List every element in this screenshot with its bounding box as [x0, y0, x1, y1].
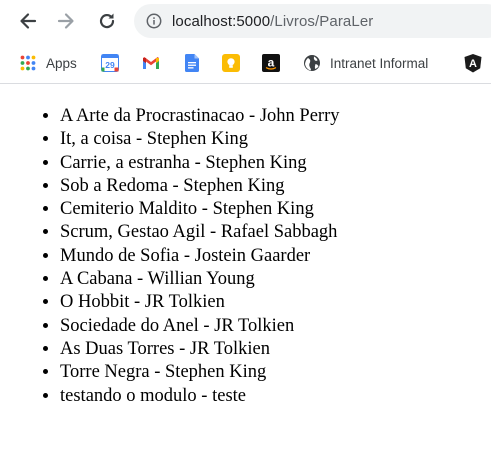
back-button[interactable] — [13, 6, 43, 36]
bookmark-label: Intranet Informal — [330, 55, 429, 71]
address-bar[interactable]: localhost:5000/Livros/ParaLer — [134, 4, 491, 38]
calendar-icon: 29 — [101, 54, 119, 72]
book-list-item: Cemiterio Maldito - Stephen King — [60, 198, 339, 221]
forward-arrow-icon — [57, 13, 74, 29]
books-to-read-list: A Arte da Procrastinacao - John PerryIt,… — [0, 105, 339, 408]
book-list-item: Sob a Redoma - Stephen King — [60, 175, 339, 198]
keep-icon — [222, 54, 240, 72]
docs-icon — [183, 54, 201, 72]
book-list-item: Mundo de Sofia - Jostein Gaarder — [60, 245, 339, 268]
browser-toolbar: localhost:5000/Livros/ParaLer — [0, 0, 491, 43]
bookmark-docs[interactable] — [183, 52, 201, 74]
bookmark-angular[interactable]: A — [464, 52, 482, 74]
book-list-item: A Cabana - Willian Young — [60, 268, 339, 291]
apps-grid-icon — [19, 54, 37, 72]
book-list-item: testando o modulo - teste — [60, 385, 339, 408]
bookmark-apps[interactable]: Apps — [19, 52, 77, 74]
angular-letter: A — [469, 58, 477, 70]
forward-button[interactable] — [51, 6, 81, 36]
reload-button[interactable] — [92, 6, 122, 36]
page-content: A Arte da Procrastinacao - John PerryIt,… — [0, 84, 491, 451]
book-list-item: It, a coisa - Stephen King — [60, 128, 339, 151]
bookmark-label: Apps — [46, 55, 77, 71]
book-list-item: As Duas Torres - JR Tolkien — [60, 338, 339, 361]
book-list-item: Carrie, a estranha - Stephen King — [60, 152, 339, 175]
bookmark-calendar[interactable]: 29 — [101, 52, 119, 74]
bookmarks-bar: Apps 29 a Intranet Informal A — [0, 43, 491, 84]
bookmark-intranet-informal[interactable]: Intranet Informal — [303, 52, 428, 74]
bookmark-amazon[interactable]: a — [262, 52, 280, 74]
book-list-item: O Hobbit - JR Tolkien — [60, 291, 339, 314]
site-info-icon[interactable] — [146, 13, 162, 29]
calendar-day: 29 — [105, 60, 115, 70]
book-list-item: Torre Negra - Stephen King — [60, 361, 339, 384]
url-path: /Livros/ParaLer — [270, 12, 374, 30]
bookmark-keep[interactable] — [222, 52, 240, 74]
book-list-item: Scrum, Gestao Agil - Rafael Sabbagh — [60, 221, 339, 244]
angular-icon: A — [464, 53, 482, 72]
gmail-icon — [142, 54, 160, 72]
reload-icon — [99, 13, 115, 29]
back-arrow-icon — [20, 13, 37, 29]
bookmark-gmail[interactable] — [142, 52, 160, 74]
book-list-item: A Arte da Procrastinacao - John Perry — [60, 105, 339, 128]
globe-icon — [303, 54, 321, 72]
amazon-letter: a — [268, 56, 275, 70]
amazon-icon: a — [262, 54, 280, 72]
url-host: localhost:5000 — [172, 12, 271, 30]
book-list-item: Sociedade do Anel - JR Tolkien — [60, 315, 339, 338]
url-text[interactable]: localhost:5000/Livros/ParaLer — [172, 13, 373, 30]
